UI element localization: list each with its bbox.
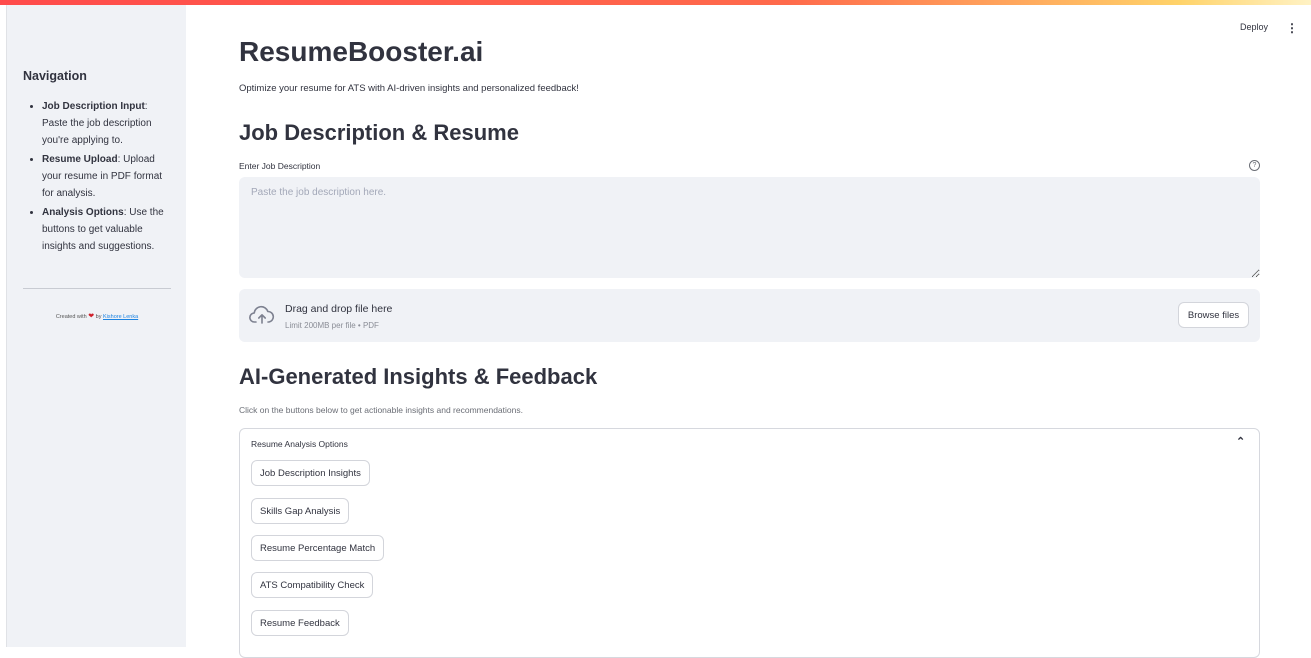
author-link[interactable]: Kishore Lenka (103, 314, 138, 320)
job-description-label: Enter Job Description (239, 161, 321, 171)
heart-icon: ❤ (88, 313, 95, 320)
section-heading-job-description: Job Description & Resume (239, 120, 519, 145)
file-dropzone[interactable]: Drag and drop file here Limit 200MB per … (239, 289, 1260, 342)
sidebar-item-analysis-options: Analysis Options: Use the buttons to get… (42, 204, 175, 255)
sidebar-item-resume-upload: Resume Upload: Upload your resume in PDF… (42, 151, 175, 202)
sidebar-divider (23, 288, 171, 289)
dropzone-limit-text: Limit 200MB per file • PDF (285, 321, 379, 330)
dropzone-title: Drag and drop file here (285, 303, 393, 315)
credit-by: by (95, 314, 102, 320)
expander-header[interactable]: Resume Analysis Options (251, 439, 348, 449)
analysis-options-expander: Resume Analysis Options ⌃ Job Descriptio… (239, 428, 1260, 658)
section-heading-insights: AI-Generated Insights & Feedback (239, 364, 598, 389)
sidebar-nav-list: Job Description Input: Paste the job des… (23, 98, 175, 257)
top-decoration-bar (0, 0, 1311, 5)
sidebar-item-label: Analysis Options (42, 207, 124, 218)
job-description-insights-button[interactable]: Job Description Insights (251, 460, 370, 486)
resume-percentage-match-button[interactable]: Resume Percentage Match (251, 535, 385, 561)
deploy-button[interactable]: Deploy (1240, 22, 1268, 32)
cloud-upload-icon (249, 305, 275, 324)
skills-gap-analysis-button[interactable]: Skills Gap Analysis (251, 498, 350, 524)
sidebar-title: Navigation (23, 69, 87, 83)
page-subtitle: Optimize your resume for ATS with AI-dri… (239, 83, 579, 94)
job-description-input[interactable] (239, 177, 1260, 278)
credit-prefix: Created with (55, 314, 87, 320)
main-menu-icon[interactable]: ⋮ (1286, 21, 1298, 35)
page-title: ResumeBooster.ai (239, 36, 484, 67)
browse-files-button[interactable]: Browse files (1178, 302, 1249, 328)
chevron-up-icon[interactable]: ⌃ (1236, 435, 1245, 448)
sidebar-item-job-description: Job Description Input: Paste the job des… (42, 98, 175, 149)
help-icon[interactable]: ? (1249, 160, 1260, 171)
insights-description: Click on the buttons below to get action… (239, 405, 523, 415)
resume-feedback-button[interactable]: Resume Feedback (251, 610, 349, 636)
sidebar: Navigation Job Description Input: Paste … (6, 5, 186, 647)
credit-line: Created with ❤ by Kishore Lenka (23, 312, 171, 320)
ats-compatibility-check-button[interactable]: ATS Compatibility Check (251, 572, 374, 598)
sidebar-item-label: Job Description Input (42, 101, 145, 112)
sidebar-item-label: Resume Upload (42, 154, 118, 165)
